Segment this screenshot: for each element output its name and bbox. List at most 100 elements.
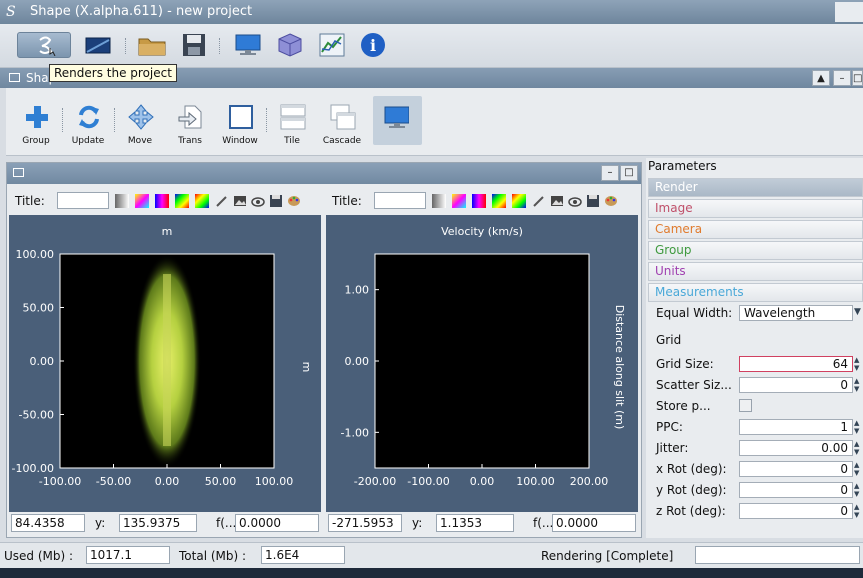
display-mode-button[interactable] — [373, 96, 422, 145]
field-input[interactable]: 0 — [739, 461, 853, 477]
save-plot-icon[interactable] — [586, 194, 600, 208]
group-button[interactable]: Group — [13, 96, 59, 150]
save-plot-icon[interactable] — [269, 194, 283, 208]
field-input[interactable]: 64 — [739, 356, 853, 372]
window-button[interactable]: Window — [217, 96, 263, 150]
palette-icon[interactable] — [604, 194, 618, 208]
save-button[interactable] — [180, 32, 208, 58]
pastel-colormap-icon[interactable] — [135, 194, 149, 208]
info-button[interactable]: i — [359, 32, 387, 58]
y-tick-label: -1.00 — [341, 426, 369, 439]
field-input[interactable]: 0 — [739, 377, 853, 393]
spinner-arrows-icon[interactable]: ▲ ▼ — [854, 419, 863, 435]
y-value: 135.9375 — [119, 514, 197, 532]
grid-heading: Grid — [656, 333, 682, 347]
field-label: PPC: — [656, 420, 683, 434]
cube-icon — [278, 33, 302, 57]
refresh-icon — [79, 105, 99, 129]
spectrum-colormap-icon[interactable] — [512, 194, 526, 208]
palette-icon[interactable] — [287, 194, 301, 208]
rainbow-colormap-icon[interactable] — [492, 194, 506, 208]
view-icon[interactable] — [251, 194, 265, 208]
spinner-arrows-icon[interactable]: ▲ ▼ — [854, 440, 863, 456]
window-controls[interactable] — [835, 2, 863, 22]
tab-camera[interactable]: Camera — [648, 220, 863, 239]
spectrum-colormap-icon[interactable] — [195, 194, 209, 208]
move-button[interactable]: Move — [117, 96, 163, 150]
x-value: -271.5953 — [328, 514, 402, 532]
spinner-arrows-icon[interactable]: ▲ ▼ — [854, 377, 863, 393]
app-logo-icon: S — [6, 4, 16, 20]
shape-toolbar: Group Update Move Trans Window Tile Casc… — [6, 88, 863, 156]
store-checkbox[interactable] — [739, 399, 752, 412]
cursor-readout: 84.4358 y: 135.9375 f(... 0.0000 — [11, 514, 323, 534]
plot-canvas[interactable]: Velocity (km/s) Distance along slit (m) … — [326, 215, 638, 512]
spinner-arrows-icon[interactable]: ▲ ▼ — [854, 503, 863, 519]
field-input[interactable]: 0 — [739, 482, 853, 498]
update-button[interactable]: Update — [65, 96, 111, 150]
spinner-arrows-icon[interactable]: ▲ ▼ — [854, 461, 863, 477]
field-input[interactable]: 1 — [739, 419, 853, 435]
image-plot-svg: m m -100.00 -50.00 0.00 50.00 100.00 100.00 5… — [12, 225, 313, 488]
plots-window: – □ Title: m m -100.00 -50.00 0.00 50.00… — [6, 162, 642, 538]
y-tick-label: 0.00 — [345, 355, 370, 368]
right-axis-label: Distance along slit (m) — [613, 305, 626, 430]
right-axis-label: m — [300, 362, 313, 373]
trans-button[interactable]: Trans — [167, 96, 213, 150]
pen-icon[interactable] — [532, 194, 546, 208]
spinner-arrows-icon[interactable]: ▲ ▼ — [854, 482, 863, 498]
field-label: y Rot (deg): — [656, 483, 727, 497]
cascade-button[interactable]: Cascade — [319, 96, 365, 150]
title-input[interactable] — [57, 192, 109, 209]
magenta-colormap-icon[interactable] — [155, 194, 169, 208]
x-tick-label: -100.00 — [39, 475, 81, 488]
plots-minimize-button[interactable]: – — [601, 165, 619, 181]
spinner-arrows-icon[interactable]: ▲ ▼ — [854, 356, 863, 372]
grayscale-colormap-icon[interactable] — [115, 194, 129, 208]
field-input[interactable]: 0.00 — [739, 440, 853, 456]
open-folder-button[interactable] — [138, 32, 166, 58]
f-value: 0.0000 — [235, 514, 319, 532]
tile-button[interactable]: Tile — [269, 96, 315, 150]
x-tick-label: 200.00 — [570, 475, 609, 488]
parameters-panel: Parameters Render Image Camera Group Units Me… — [646, 158, 863, 538]
tab-group[interactable]: Group — [648, 241, 863, 260]
plot-button[interactable] — [318, 32, 346, 58]
grayscale-colormap-icon[interactable] — [432, 194, 446, 208]
field-input[interactable]: 0 — [739, 503, 853, 519]
tab-units[interactable]: Units — [648, 262, 863, 281]
magenta-colormap-icon[interactable] — [472, 194, 486, 208]
minimize-button[interactable]: – — [833, 70, 851, 86]
dropdown-arrow-icon[interactable]: ▼ — [854, 308, 863, 324]
taskbar-strip — [0, 568, 863, 578]
x-tick-label: -200.00 — [354, 475, 396, 488]
tab-image[interactable]: Image — [648, 199, 863, 218]
export-image-icon[interactable] — [550, 194, 564, 208]
view-icon[interactable] — [568, 194, 582, 208]
plot-heading: m — [162, 225, 173, 238]
pastel-colormap-icon[interactable] — [452, 194, 466, 208]
title-input[interactable] — [374, 192, 426, 209]
y-tick-label: 1.00 — [345, 284, 370, 297]
tab-measurements[interactable]: Measurements — [648, 283, 863, 302]
pen-icon[interactable] — [215, 194, 229, 208]
3d-view-button[interactable] — [276, 32, 304, 58]
pin-button[interactable]: ▲ — [812, 70, 830, 86]
plots-restore-button[interactable]: □ — [620, 165, 638, 181]
display-button[interactable] — [234, 32, 262, 58]
field-label: Grid Size: — [656, 357, 714, 371]
render-button[interactable] — [17, 32, 71, 58]
plots-window-header: – □ — [7, 163, 641, 184]
image-button[interactable] — [84, 32, 112, 58]
equal-width-select[interactable]: Wavelength — [739, 305, 853, 321]
title-label: Title: — [332, 194, 362, 208]
tab-render[interactable]: Render — [648, 178, 863, 197]
title-label: Title: — [15, 194, 45, 208]
x-tick-label: 50.00 — [205, 475, 237, 488]
plot-canvas[interactable]: m m -100.00 -50.00 0.00 50.00 100.00 100.00 5… — [9, 215, 321, 512]
restore-button[interactable]: □ — [852, 70, 863, 86]
export-image-icon[interactable] — [233, 194, 247, 208]
rainbow-colormap-icon[interactable] — [175, 194, 189, 208]
info-icon: i — [361, 33, 385, 57]
velocity-plot-svg: Velocity (km/s) Distance along slit (m) … — [341, 225, 626, 488]
